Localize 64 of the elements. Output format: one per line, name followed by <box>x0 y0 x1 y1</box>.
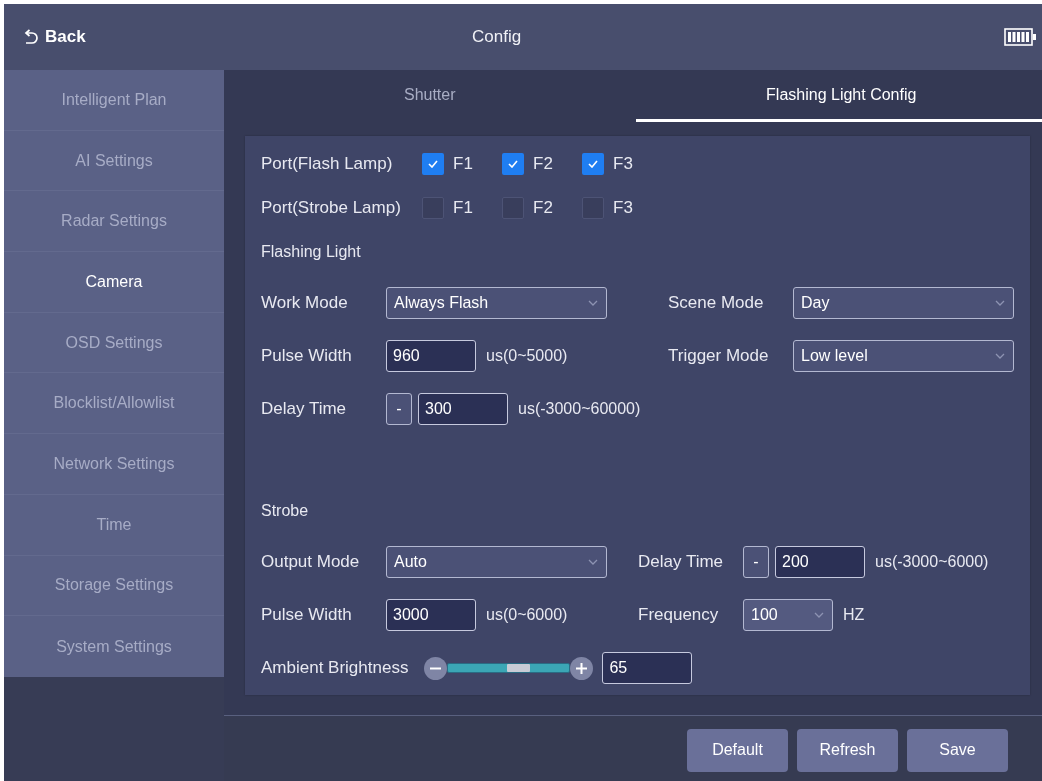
footer-button[interactable]: Default <box>687 728 788 772</box>
check-icon <box>588 160 598 169</box>
footer-button[interactable]: Save <box>907 728 1008 772</box>
field-label: Frequency <box>638 605 720 625</box>
section-heading: Flashing Light <box>261 242 362 262</box>
chevron-down-icon <box>814 612 824 618</box>
field-label: Pulse Width <box>261 605 353 625</box>
field-label: Delay Time <box>638 552 725 572</box>
back-button[interactable]: Back <box>22 25 86 49</box>
battery-icon <box>1004 28 1036 46</box>
chevron-down-icon <box>995 300 1005 306</box>
field-label: Pulse Width <box>261 346 353 366</box>
unit-label: us(0~6000) <box>486 606 568 624</box>
checkbox-label: F3 <box>613 154 633 175</box>
checkbox[interactable] <box>422 153 444 176</box>
field-label: Work Mode <box>261 293 349 313</box>
unit-label: us(0~5000) <box>486 347 568 365</box>
field-label: Trigger Mode <box>668 346 770 366</box>
checkbox[interactable] <box>422 196 444 219</box>
unit-label: HZ <box>843 606 865 624</box>
dropdown[interactable]: Day <box>793 287 1014 319</box>
dropdown[interactable]: Low level <box>793 340 1014 372</box>
number-field[interactable]: 960 <box>386 340 476 372</box>
checkbox-label: F2 <box>533 197 553 218</box>
checkbox-label: F1 <box>453 197 473 218</box>
chevron-down-icon <box>588 300 598 306</box>
slider-thumb[interactable] <box>507 664 531 672</box>
field-label: Port(Strobe Lamp) <box>261 197 402 218</box>
dropdown[interactable]: 100 <box>743 599 833 631</box>
field-label: Delay Time <box>261 399 348 419</box>
window-title: Config <box>472 27 522 47</box>
field-label: Scene Mode <box>668 293 765 313</box>
back-icon <box>22 29 38 45</box>
unit-label: us(-3000~60000) <box>518 400 641 418</box>
footer-button[interactable]: Refresh <box>797 728 898 772</box>
field-label: Ambient Brightness <box>261 658 409 678</box>
number-field[interactable]: 65 <box>602 652 693 684</box>
check-icon <box>428 160 438 169</box>
number-field[interactable]: 200 <box>775 546 865 578</box>
slider-track[interactable] <box>447 663 571 673</box>
plus-icon[interactable] <box>570 656 594 680</box>
minus-icon[interactable] <box>424 656 448 680</box>
tab[interactable]: Flashing Light Config <box>635 70 1042 122</box>
field-label: Port(Flash Lamp) <box>261 154 394 175</box>
checkbox-label: F2 <box>533 154 553 175</box>
dropdown[interactable]: Always Flash <box>386 287 607 319</box>
number-field[interactable]: 3000 <box>386 599 476 631</box>
dropdown[interactable]: Auto <box>386 546 607 578</box>
check-icon <box>508 160 518 169</box>
checkbox[interactable] <box>582 196 604 219</box>
field-label: Output Mode <box>261 552 361 572</box>
checkbox-label: F1 <box>453 154 473 175</box>
section-heading: Strobe <box>261 501 310 521</box>
unit-label: us(-3000~6000) <box>875 553 989 571</box>
checkbox[interactable] <box>582 153 604 176</box>
checkbox-label: F3 <box>613 197 633 218</box>
sign-button[interactable]: - <box>743 546 769 578</box>
chevron-down-icon <box>995 353 1005 359</box>
sign-button[interactable]: - <box>386 393 412 425</box>
chevron-down-icon <box>588 559 598 565</box>
checkbox[interactable] <box>502 153 524 176</box>
number-field[interactable]: 300 <box>418 393 508 425</box>
checkbox[interactable] <box>502 196 524 219</box>
tab[interactable]: Shutter <box>224 70 636 122</box>
